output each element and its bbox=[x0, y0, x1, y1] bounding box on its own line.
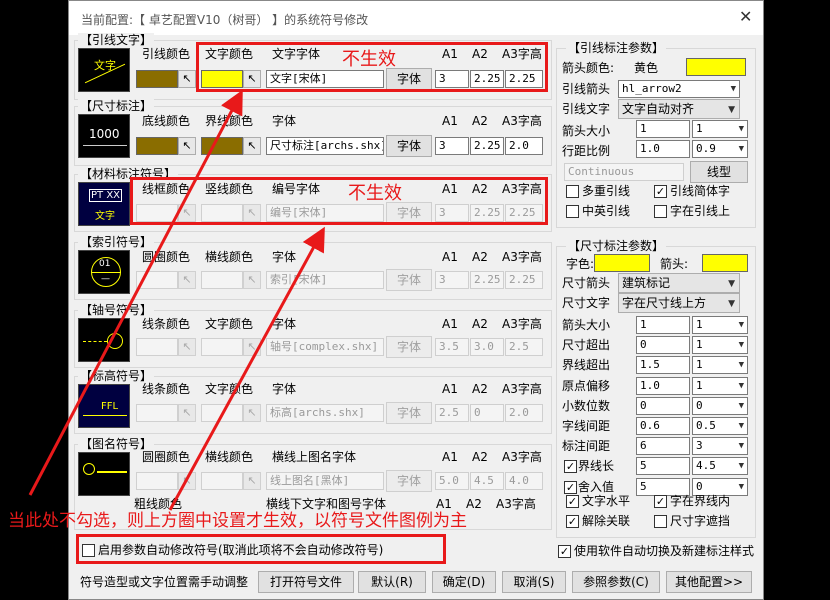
annotation-arrow-lower bbox=[168, 226, 325, 511]
annotation-arrow-upper bbox=[28, 89, 243, 496]
annotation-bottom-note: 当此处不勾选，则上方圈中设置才生效，以符号文件图例为主 bbox=[8, 511, 467, 531]
